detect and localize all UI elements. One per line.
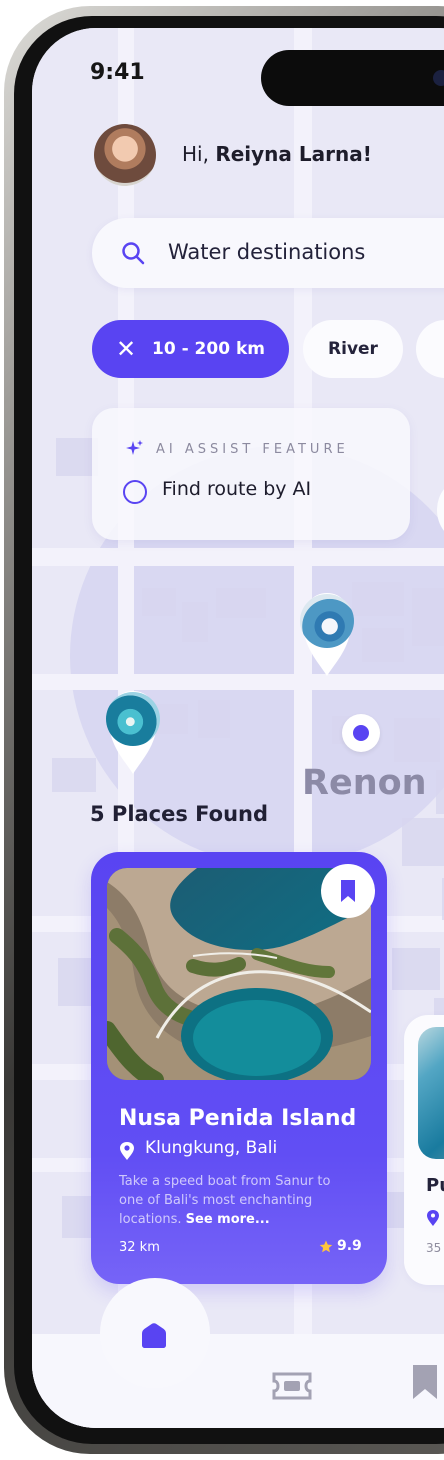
ai-route-option[interactable]: Find route by AI	[162, 478, 311, 500]
home-icon	[142, 1323, 166, 1348]
partial-place-card[interactable]: Pu 35	[404, 1015, 444, 1285]
place-distance: 32 km	[119, 1240, 160, 1255]
greeting-prefix: Hi,	[182, 142, 216, 166]
see-more-link[interactable]: See more...	[186, 1212, 270, 1227]
status-time: 9:41	[90, 60, 145, 85]
avatar[interactable]	[94, 124, 156, 186]
map-area-label: Renon	[302, 763, 427, 803]
map-building	[392, 948, 440, 990]
map-building	[394, 718, 440, 762]
home-tab[interactable]	[100, 1278, 210, 1388]
map-building	[362, 628, 404, 662]
results-count: 5 Places Found	[90, 802, 269, 826]
ai-route-radio[interactable]	[123, 480, 147, 504]
map-building	[402, 818, 444, 866]
partial-place-title: Pu	[426, 1175, 444, 1196]
ticket-icon[interactable]	[270, 1368, 314, 1404]
dynamic-island	[261, 50, 444, 106]
river-filter-chip[interactable]: River	[303, 320, 403, 378]
current-location-dot[interactable]	[342, 714, 380, 752]
map-building	[436, 770, 444, 814]
map-building	[352, 582, 404, 616]
phone-mockup: 9:41 Hi, Reiyna Larna! Water destination…	[0, 0, 444, 1460]
bookmark-icon	[341, 880, 355, 902]
map-building	[198, 700, 230, 738]
map-building	[182, 602, 208, 642]
map-building	[52, 758, 96, 792]
app-screen: 9:41 Hi, Reiyna Larna! Water destination…	[32, 28, 444, 1428]
bookmark-icon[interactable]	[408, 1362, 442, 1402]
map-building	[412, 588, 444, 646]
bottom-tab-bar	[32, 1334, 444, 1428]
ai-assist-kicker: AI ASSIST FEATURE	[156, 442, 349, 457]
close-icon[interactable]: ✕	[116, 320, 136, 378]
map-road	[32, 674, 444, 690]
place-description: Take a speed boat from Sanur to one of B…	[119, 1172, 355, 1229]
map-building	[142, 588, 176, 616]
bookmark-button[interactable]	[321, 864, 375, 918]
boat-photo	[300, 594, 354, 648]
place-rating: 9.9	[337, 1238, 362, 1254]
location-pin-icon	[120, 1142, 134, 1160]
distance-filter-chip[interactable]: ✕ 10 - 200 km	[92, 320, 289, 378]
place-title[interactable]: Nusa Penida Island	[119, 1106, 369, 1131]
island-photo	[106, 692, 160, 746]
map-pin-island-photo[interactable]	[102, 688, 164, 750]
sparkle-icon	[126, 440, 143, 455]
search-icon	[122, 242, 145, 265]
search-value: Water destinations	[168, 240, 366, 264]
camera-lens	[433, 70, 444, 86]
star-icon	[319, 1240, 333, 1253]
map-pin-boat-photo[interactable]	[296, 590, 358, 652]
partial-place-photo	[418, 1027, 444, 1159]
ai-assist-card[interactable]: AI ASSIST FEATURE Find route by AI	[92, 408, 410, 540]
search-input[interactable]: Water destinations	[92, 218, 444, 288]
place-location: Klungkung, Bali	[145, 1138, 278, 1158]
location-pin-icon	[427, 1210, 439, 1226]
user-name: Reiyna Larna!	[215, 142, 372, 166]
place-card[interactable]: Nusa Penida Island Klungkung, Bali Take …	[91, 852, 387, 1284]
distance-filter-label: 10 - 200 km	[152, 339, 265, 359]
partial-place-distance: 35	[426, 1241, 442, 1255]
map-road	[32, 548, 444, 566]
map-building	[216, 588, 266, 618]
greeting: Hi, Reiyna Larna!	[182, 142, 372, 166]
